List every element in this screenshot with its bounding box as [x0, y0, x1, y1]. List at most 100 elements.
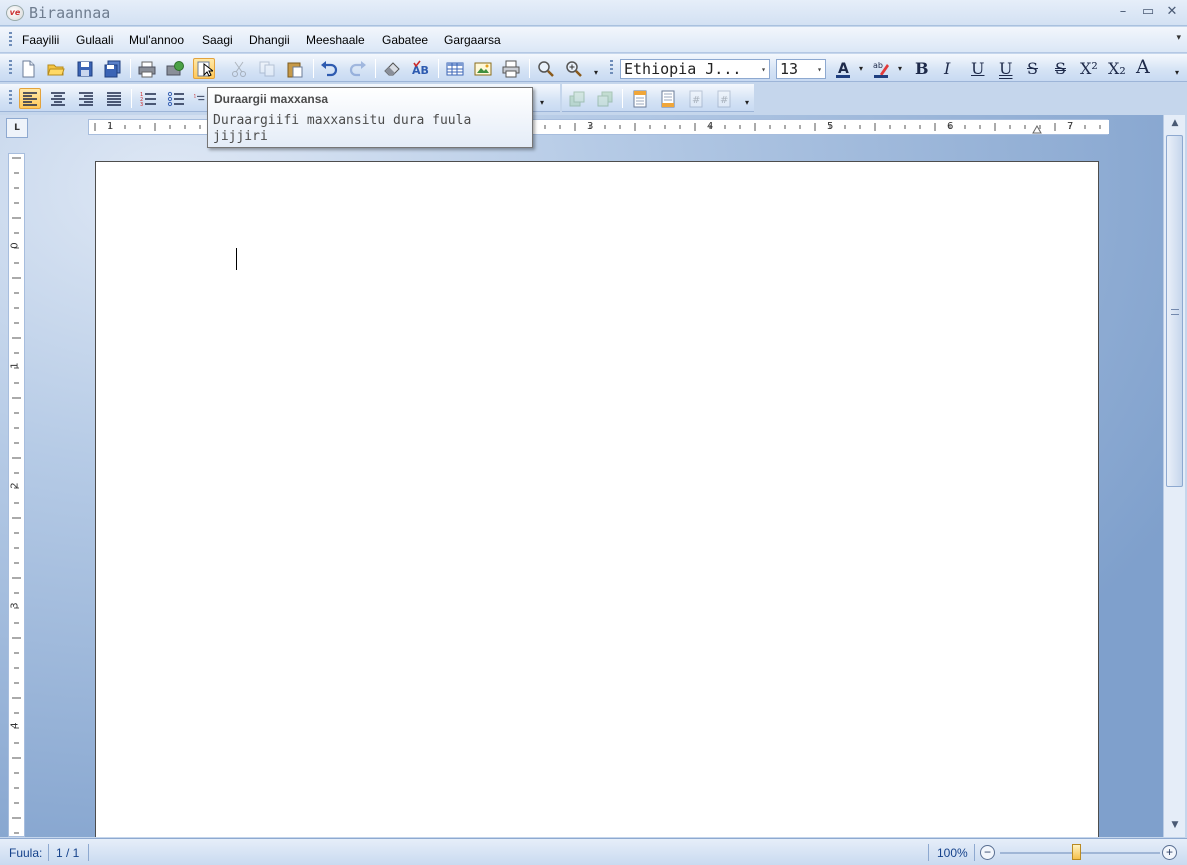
page-number-button[interactable]: # — [685, 88, 707, 109]
format-grip-handle[interactable] — [610, 60, 613, 76]
minimize-button[interactable]: – — [1113, 4, 1133, 20]
scroll-down-icon[interactable]: ▼ — [1168, 820, 1182, 834]
menu-table[interactable]: Gabatee — [382, 33, 428, 47]
zoom-slider-thumb[interactable] — [1072, 844, 1081, 860]
email-button[interactable] — [164, 58, 186, 79]
standard-toolbar: AB ▾ Ethiopia J... ▾ 13 ▾ A ▾ ab ▾ B I U… — [0, 54, 1187, 82]
bulleted-list-icon — [167, 91, 184, 106]
menu-overflow-icon[interactable]: ▾ — [1176, 33, 1181, 43]
save-button[interactable] — [74, 58, 96, 79]
open-button[interactable] — [45, 58, 67, 79]
save-all-button[interactable] — [102, 58, 124, 79]
tab-stop-selector[interactable]: L — [6, 118, 28, 138]
double-underline-button[interactable]: U — [999, 59, 1012, 78]
undo-arrow-icon — [321, 60, 338, 76]
eraser-button[interactable] — [381, 58, 403, 79]
grow-font-button[interactable]: A — [1136, 56, 1150, 78]
zoom-minus-button[interactable]: − — [980, 845, 995, 860]
zoom-in-icon — [566, 60, 582, 77]
italic-button[interactable]: I — [944, 59, 950, 78]
font-name-value: Ethiopia J... — [624, 60, 742, 78]
vertical-scrollbar[interactable]: ▲ ▼ — [1163, 115, 1185, 837]
paragraph-grip-handle[interactable] — [9, 90, 12, 106]
superscript-button[interactable]: X² — [1080, 59, 1098, 78]
double-strikethrough-button[interactable]: S — [1055, 59, 1066, 78]
menu-insert[interactable]: Saagi — [202, 33, 233, 47]
print-preview-tooltip: Duraargii maxxansa Duraargiifi maxxansit… — [207, 87, 533, 148]
menu-grip-handle[interactable] — [9, 32, 12, 48]
undo-button[interactable] — [318, 58, 340, 79]
ruler-number: 3 — [587, 121, 594, 132]
page-footer-icon — [661, 90, 675, 107]
document-page[interactable] — [95, 161, 1099, 837]
font-size-select[interactable]: 13 ▾ — [776, 59, 826, 79]
scroll-up-icon[interactable]: ▲ — [1168, 118, 1182, 132]
font-color-dropdown-icon[interactable]: ▾ — [859, 64, 863, 73]
bulleted-list-button[interactable] — [165, 88, 187, 109]
page-label: Fuula: — [9, 846, 43, 860]
zoom-in-button[interactable] — [563, 58, 585, 79]
copy-button[interactable] — [256, 58, 278, 79]
clipboard-icon — [287, 62, 303, 77]
print-button[interactable] — [136, 58, 158, 79]
layout-overflow-icon[interactable]: ▾ — [745, 98, 749, 107]
toolbar-overflow-icon[interactable]: ▾ — [594, 68, 598, 77]
zoom-plus-button[interactable]: + — [1162, 845, 1177, 860]
multilevel-list-button[interactable]: 1 — [193, 88, 205, 109]
menu-edit[interactable]: Gulaali — [76, 33, 113, 47]
chevron-down-icon: ▾ — [761, 65, 766, 74]
header-button[interactable] — [629, 88, 651, 109]
font-color-button[interactable]: A — [832, 58, 854, 79]
menu-view[interactable]: Mul'annoo — [129, 33, 184, 47]
toolbar-grip-handle[interactable] — [9, 60, 12, 76]
close-button[interactable]: ✕ — [1162, 4, 1182, 20]
vertical-ruler[interactable]: 0 1 2 3 4 — [8, 153, 25, 837]
spellcheck-ab-icon: AB — [412, 60, 429, 77]
numbered-list-button[interactable]: 123 — [137, 88, 159, 109]
bold-button[interactable]: B — [915, 59, 929, 78]
chevron-down-icon: ▾ — [817, 65, 822, 74]
subscript-button[interactable]: X₂ — [1108, 59, 1126, 78]
align-right-button[interactable] — [75, 88, 97, 109]
paste-button[interactable] — [284, 58, 306, 79]
spellcheck-button[interactable]: AB — [409, 58, 431, 79]
footer-button[interactable] — [657, 88, 679, 109]
table-grid-icon — [446, 62, 464, 75]
print-layout-button[interactable] — [500, 58, 522, 79]
scrollbar-thumb[interactable] — [1166, 135, 1183, 487]
toolbar-separator — [438, 59, 439, 78]
zoom-out-button[interactable] — [535, 58, 557, 79]
insert-table-button[interactable] — [444, 58, 466, 79]
paragraph-overflow-icon[interactable]: ▾ — [540, 98, 544, 107]
cut-button[interactable] — [228, 58, 250, 79]
ruler-number: 3 — [9, 602, 21, 609]
numbered-list-icon: 123 — [140, 92, 156, 108]
format-overflow-icon[interactable]: ▾ — [1175, 68, 1179, 77]
print-preview-button[interactable] — [193, 58, 215, 79]
strikethrough-button[interactable]: S — [1027, 59, 1038, 78]
redo-button[interactable] — [347, 58, 369, 79]
menu-file[interactable]: Faayilii — [22, 33, 59, 47]
font-name-select[interactable]: Ethiopia J... ▾ — [620, 59, 770, 79]
align-left-button[interactable] — [19, 88, 41, 109]
align-center-button[interactable] — [47, 88, 69, 109]
highlight-dropdown-icon[interactable]: ▾ — [898, 64, 902, 73]
page-count-button[interactable]: # — [713, 88, 735, 109]
menu-format[interactable]: Dhangii — [249, 33, 290, 47]
menu-tools[interactable]: Meeshaale — [306, 33, 365, 47]
justify-button[interactable] — [103, 88, 125, 109]
underline-button[interactable]: U — [971, 59, 984, 78]
menu-help[interactable]: Gargaarsa — [444, 33, 501, 47]
new-document-button[interactable] — [17, 58, 39, 79]
svg-text:1: 1 — [194, 93, 197, 98]
ruler-number: 7 — [1067, 121, 1074, 132]
bring-forward-button[interactable] — [566, 88, 588, 109]
maximize-button[interactable]: ▭ — [1138, 4, 1158, 20]
printer-icon — [138, 61, 156, 77]
svg-text:#: # — [692, 95, 700, 106]
tooltip-title: Duraargii maxxansa — [214, 92, 329, 106]
title-bar: ve Biraannaa – ▭ ✕ — [0, 0, 1187, 26]
insert-image-button[interactable] — [472, 58, 494, 79]
highlight-button[interactable]: ab — [870, 58, 892, 79]
send-backward-button[interactable] — [594, 88, 616, 109]
